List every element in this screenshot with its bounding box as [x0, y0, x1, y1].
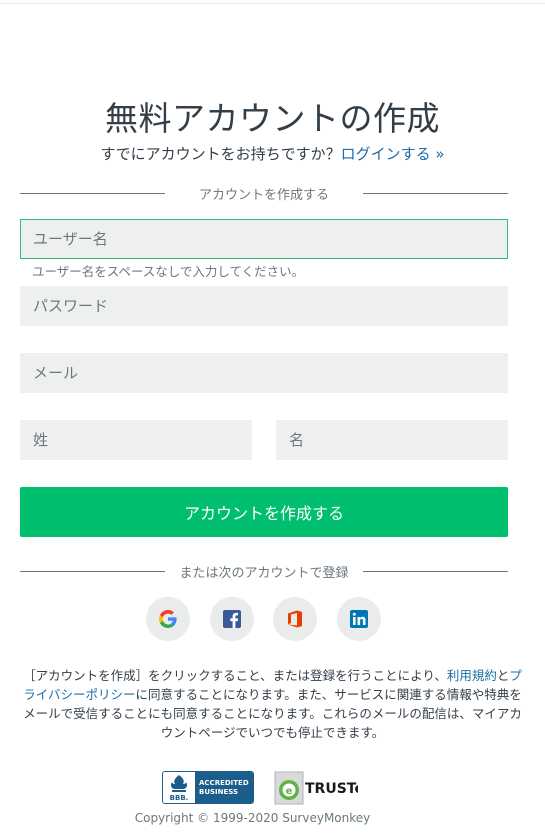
login-link[interactable]: ログインする »	[341, 145, 445, 163]
legal-text-2: と	[496, 668, 510, 683]
divider-line-right	[363, 193, 508, 194]
first-name-input[interactable]	[276, 420, 508, 460]
linkedin-icon	[350, 610, 368, 628]
legal-text-1: ［アカウントを作成］をクリックすること、または登録を行うことにより、	[23, 668, 447, 683]
truste-word: TRUSTe	[305, 781, 358, 797]
login-prompt-text: すでにアカウントをお持ちですか？	[100, 145, 341, 163]
truste-badge[interactable]: e TRUSTe	[274, 771, 358, 805]
truste-logo-icon: e	[274, 771, 304, 805]
page-title: 無料アカウントの作成	[105, 99, 440, 138]
email-input[interactable]	[20, 353, 508, 393]
password-input[interactable]	[20, 286, 508, 326]
google-signup-button[interactable]	[146, 597, 190, 641]
legal-notice: ［アカウントを作成］をクリックすること、または登録を行うことにより、利用規約とプ…	[20, 666, 525, 742]
bbb-line-2: BUSINESS	[199, 788, 239, 796]
copyright: Copyright © 1999-2020 SurveyMonkey	[134, 811, 371, 825]
bbb-line-1: ACCREDITED	[199, 779, 249, 787]
bbb-mark: BBB.	[170, 794, 189, 802]
username-hint: ユーザー名をスペースなしで入力してください。	[32, 264, 305, 279]
linkedin-signup-button[interactable]	[337, 597, 381, 641]
bbb-accredited-badge[interactable]: BBB. ACCREDITED BUSINESS	[162, 771, 254, 804]
create-account-button[interactable]: アカウントを作成する	[20, 487, 508, 537]
google-icon	[159, 610, 177, 628]
svg-text:e: e	[286, 786, 293, 797]
bbb-text: ACCREDITED BUSINESS	[195, 772, 253, 803]
top-rule	[0, 3, 545, 4]
login-prompt: すでにアカウントをお持ちですか？ログインする »	[0, 143, 545, 164]
office-signup-button[interactable]	[273, 597, 317, 641]
facebook-icon	[223, 610, 241, 628]
bbb-torch-logo: BBB.	[163, 772, 195, 803]
username-input[interactable]	[20, 219, 508, 259]
create-account-divider: アカウントを作成する	[20, 183, 508, 203]
facebook-signup-button[interactable]	[210, 597, 254, 641]
divider-line-right	[363, 571, 508, 572]
terms-link[interactable]: 利用規約	[447, 668, 497, 683]
social-divider: または次のアカウントで登録	[20, 561, 508, 581]
office-icon	[288, 610, 302, 628]
last-name-input[interactable]	[20, 420, 252, 460]
